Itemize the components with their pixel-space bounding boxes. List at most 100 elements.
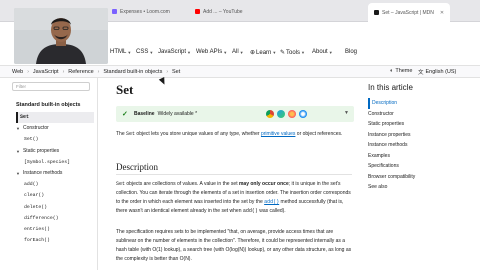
loom-favicon-icon [112, 9, 117, 14]
breadcrumb-item[interactable]: Web [12, 69, 23, 75]
nav-html[interactable]: HTML ▼ [110, 49, 131, 55]
baseline-text: Baseline Widely available * [134, 111, 197, 117]
toc-item[interactable]: Static properties [368, 119, 468, 130]
browser-tab-label: Add ... – YouTube [203, 8, 243, 15]
description-paragraph-2: The specification requires sets to be im… [116, 229, 352, 262]
sidebar-filter-input[interactable]: Filter [12, 82, 90, 91]
breadcrumb-separator: › [27, 69, 29, 75]
breadcrumb: Web › JavaScript › Reference › Standard … [12, 69, 180, 75]
baseline-banner[interactable]: ✓ Baseline Widely available * ▼ [116, 106, 354, 122]
paragraph-text: objects are collections of values. A val… [125, 181, 239, 187]
sidebar-item[interactable]: delete() [16, 202, 94, 213]
breadcrumb-item[interactable]: Reference [68, 69, 93, 75]
sidebar-item-label: Set() [24, 137, 39, 143]
breadcrumb-separator: › [62, 69, 65, 75]
close-icon[interactable]: ✕ [440, 10, 444, 16]
theme-button[interactable]: ◐ Theme [390, 68, 412, 74]
sidebar-item-label: clear() [24, 193, 45, 199]
nav-learn[interactable]: ⊕ Learn ▼ [250, 49, 277, 57]
nav-label: Learn [256, 49, 272, 56]
nav-label: Tools [286, 49, 301, 56]
browser-tab[interactable]: Expenses • Loom.com [112, 5, 170, 18]
table-of-contents: In this article Description Constructor St… [362, 78, 480, 270]
language-icon: 文 [418, 70, 424, 76]
toc-item[interactable]: Description [368, 98, 468, 109]
language-label: English (US) [425, 69, 457, 75]
breadcrumb-item[interactable]: JavaScript [33, 69, 59, 75]
nav-web-apis[interactable]: Web APIs ▼ [196, 49, 227, 55]
sidebar-item-label: entries() [24, 226, 50, 232]
sidebar-item[interactable]: Set [16, 112, 94, 124]
nav-css[interactable]: CSS ▼ [136, 49, 153, 55]
nav-tools[interactable]: ✎ Tools ▼ [280, 49, 306, 57]
breadcrumb-separator: › [166, 69, 168, 75]
nav-blog[interactable]: Blog [345, 49, 357, 55]
sidebar-item[interactable]: add() [16, 179, 94, 190]
main-content: Set ✓ Baseline Widely available * ▼ The S… [116, 78, 356, 270]
paragraph-text: add() [242, 208, 258, 214]
safari-icon [299, 110, 307, 118]
chevron-down-icon: ▼ [301, 50, 306, 55]
sidebar-item-label: forEach() [24, 238, 50, 244]
intro-text: object lets you store unique values of a… [135, 131, 261, 137]
toc-item[interactable]: See also [368, 182, 468, 193]
intro-text: The [116, 131, 127, 137]
nav-label: Web APIs [196, 49, 223, 55]
theme-label: Theme [395, 68, 413, 74]
primitive-values-link[interactable]: primitive values [261, 131, 295, 137]
sidebar-item[interactable]: Set() [16, 134, 94, 145]
sidebar-item[interactable]: difference() [16, 213, 94, 224]
toc-item[interactable]: Constructor [368, 109, 468, 120]
nav-about[interactable]: About ▼ [312, 49, 333, 55]
sidebar-item[interactable]: [Symbol.species] [16, 157, 94, 168]
chevron-down-icon: ▼ [149, 49, 154, 55]
page-title: Set [116, 82, 134, 97]
chevron-down-icon[interactable]: ▼ [344, 110, 349, 116]
browser-tab-active[interactable]: Set – JavaScript | MDN ✕ [368, 3, 451, 22]
toc-list: Description Constructor Static properties I… [368, 98, 468, 193]
toc-item[interactable]: Specifications [368, 161, 468, 172]
baseline-label: Baseline [134, 111, 155, 117]
intro-text: or object references. [295, 131, 343, 137]
sidebar-group[interactable]: ▼ Instance methods [16, 168, 94, 179]
sidebar-item-label: delete() [24, 204, 48, 210]
tools-icon: ✎ [280, 50, 286, 56]
browser-tab-label: Expenses • Loom.com [120, 8, 170, 15]
chevron-down-icon: ▼ [223, 49, 228, 55]
sidebar-heading[interactable]: Standard built-in objects [16, 102, 80, 108]
sidebar-item[interactable]: entries() [16, 224, 94, 235]
nav-all[interactable]: All ▼ [232, 49, 244, 55]
toc-item[interactable]: Instance properties [368, 130, 468, 141]
firefox-icon [288, 110, 296, 118]
toc-item[interactable]: Instance methods [368, 140, 468, 151]
baseline-status: Widely available * [157, 111, 198, 117]
browser-tab[interactable]: Add ... – YouTube [195, 5, 243, 18]
chevron-down-icon: ▼ [239, 49, 244, 55]
presenter-image [14, 8, 108, 64]
sidebar-item-label: Static properties [22, 147, 60, 154]
divider [116, 174, 352, 175]
language-button[interactable]: 文 English (US) [418, 68, 456, 76]
sidebar: Filter Standard built-in objects Set ▼ Con… [0, 78, 98, 270]
chevron-down-icon: ▼ [272, 50, 277, 55]
nav-label: About [312, 49, 328, 55]
sidebar-item[interactable]: clear() [16, 190, 94, 201]
sidebar-group[interactable]: ▼ Static properties [16, 146, 94, 157]
description-heading: Description [116, 162, 158, 172]
sidebar-item-label: Set [20, 114, 30, 120]
add-method-link[interactable]: add() [264, 199, 279, 205]
toc-item[interactable]: Browser compatibility [368, 172, 468, 183]
sidebar-group[interactable]: ▼ Constructor [16, 123, 94, 134]
paragraph-text: may only occur once [238, 181, 289, 187]
breadcrumb-item-current[interactable]: Set [172, 69, 180, 75]
breadcrumb-bar: Web › JavaScript › Reference › Standard … [0, 66, 480, 78]
toc-item[interactable]: Examples [368, 151, 468, 162]
chevron-down-icon: ▼ [16, 148, 20, 154]
nav-label: JavaScript [158, 49, 187, 55]
browser-tab-label: Set – JavaScript | MDN [382, 9, 434, 16]
chevron-down-icon: ▼ [328, 49, 333, 55]
nav-javascript[interactable]: JavaScript ▼ [158, 49, 191, 55]
sidebar-item[interactable]: forEach() [16, 235, 94, 246]
description-paragraph-1: Set objects are collections of values. A… [116, 180, 352, 216]
breadcrumb-item[interactable]: Standard built-in objects [103, 69, 162, 75]
